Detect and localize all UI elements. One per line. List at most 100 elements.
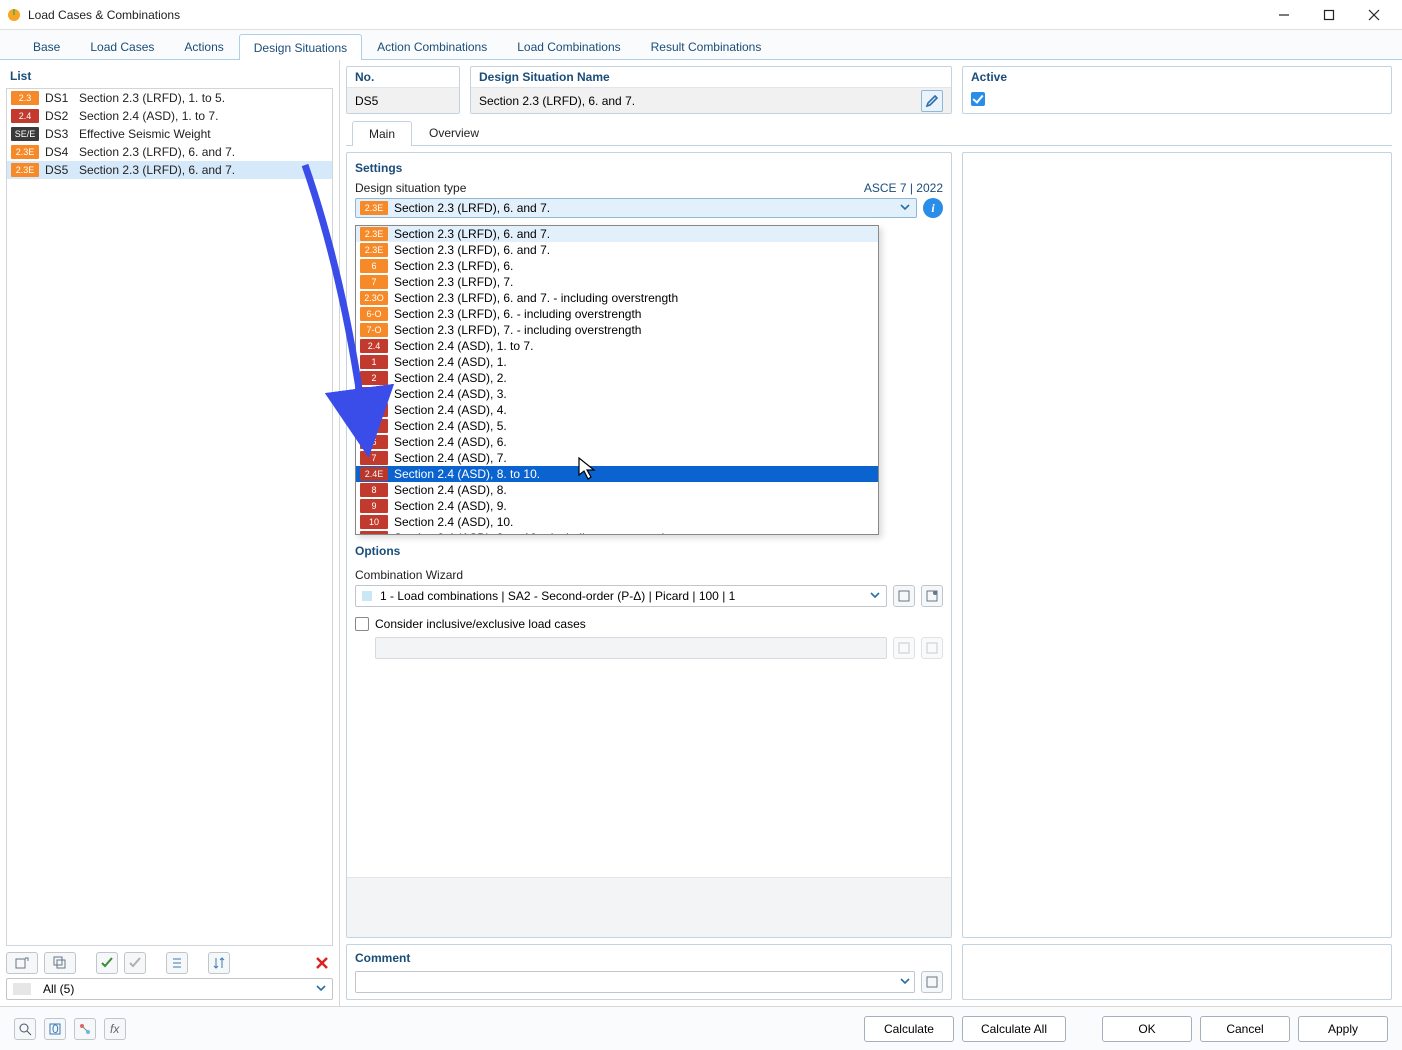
dropdown-item[interactable]: 2.3ESection 2.3 (LRFD), 6. and 7. (356, 226, 878, 242)
list-item[interactable]: 2.3E DS5 Section 2.3 (LRFD), 6. and 7. (7, 161, 332, 179)
chevron-down-icon (900, 975, 910, 989)
calculate-button[interactable]: Calculate (864, 1016, 954, 1042)
tab-action-combinations[interactable]: Action Combinations (362, 33, 502, 59)
window-title: Load Cases & Combinations (28, 8, 1261, 22)
list-item[interactable]: 2.3EDS4Section 2.3 (LRFD), 6. and 7. (7, 143, 332, 161)
dropdown-label: Section 2.3 (LRFD), 6. and 7. - includin… (394, 291, 678, 305)
close-button[interactable] (1351, 1, 1396, 29)
badge: 2.4 (360, 339, 388, 353)
badge: 2.3E (11, 145, 39, 159)
delete-button[interactable] (311, 952, 333, 974)
dropdown-item[interactable]: 2.3ESection 2.3 (LRFD), 6. and 7. (356, 242, 878, 258)
cancel-button[interactable]: Cancel (1200, 1016, 1290, 1042)
dropdown-item[interactable]: 7Section 2.3 (LRFD), 7. (356, 274, 878, 290)
badge: 2.3O (360, 291, 388, 305)
list-item[interactable]: SE/EDS3Effective Seismic Weight (7, 125, 332, 143)
dropdown-item[interactable]: 6 Section 2.3 (LRFD), 6. (356, 258, 878, 274)
dropdown-item[interactable]: 7-OSection 2.3 (LRFD), 7. - including ov… (356, 322, 878, 338)
calculate-all-button[interactable]: Calculate All (962, 1016, 1066, 1042)
active-checkbox[interactable] (971, 92, 985, 106)
dropdown-item[interactable]: 2.4Section 2.4 (ASD), 1. to 7. (356, 338, 878, 354)
rename-button[interactable] (921, 90, 943, 112)
filter-swatch (13, 983, 31, 995)
active-label: Active (963, 67, 1391, 87)
tab-actions[interactable]: Actions (169, 33, 238, 59)
wizard-label: Combination Wizard (355, 568, 943, 582)
consider-checkbox[interactable] (355, 617, 369, 631)
tab-base[interactable]: Base (18, 33, 75, 59)
filter-select[interactable]: All (5) (6, 978, 333, 1000)
ds-no: DS5 (45, 163, 73, 177)
maximize-button[interactable] (1306, 1, 1351, 29)
ok-button[interactable]: OK (1102, 1016, 1192, 1042)
dropdown-label: Section 2.4 (ASD), 3. (394, 387, 507, 401)
badge: 6-O (360, 307, 388, 321)
renumber-button[interactable] (166, 952, 188, 974)
badge: 2.4E (360, 467, 388, 481)
dropdown-item[interactable]: 5 Section 2.4 (ASD), 5. (356, 418, 878, 434)
badge: 5 (360, 419, 388, 433)
sub-tabs: MainOverview (346, 120, 1392, 146)
uncheck-button[interactable] (124, 952, 146, 974)
tab-load-cases[interactable]: Load Cases (75, 33, 169, 59)
badge: 8 (360, 483, 388, 497)
dropdown-item[interactable]: 2.3O Section 2.3 (LRFD), 6. and 7. - incl… (356, 290, 878, 306)
dropdown-item[interactable]: 3 Section 2.4 (ASD), 3. (356, 386, 878, 402)
preview-area (347, 877, 951, 937)
subtab-overview[interactable]: Overview (412, 120, 496, 145)
dropdown-item[interactable]: 2.4OSection 2.4 (ASD), 8. to 10. - inclu… (356, 530, 878, 535)
subtab-main[interactable]: Main (352, 121, 412, 146)
consider-edit-button (921, 637, 943, 659)
dropdown-item[interactable]: 10Section 2.4 (ASD), 10. (356, 514, 878, 530)
search-button[interactable] (14, 1018, 36, 1040)
tab-result-combinations[interactable]: Result Combinations (636, 33, 777, 59)
dropdown-item[interactable]: 1Section 2.4 (ASD), 1. (356, 354, 878, 370)
list-item[interactable]: 2.4DS2Section 2.4 (ASD), 1. to 7. (7, 107, 332, 125)
dropdown-item[interactable]: 8Section 2.4 (ASD), 8. (356, 482, 878, 498)
name-input[interactable] (479, 94, 915, 108)
dropdown-item[interactable]: 4Section 2.4 (ASD), 4. (356, 402, 878, 418)
comment-input[interactable] (355, 971, 915, 993)
badge: 3 (360, 387, 388, 401)
tab-design-situations[interactable]: Design Situations (239, 34, 362, 60)
check-button[interactable] (96, 952, 118, 974)
wizard-new-button[interactable] (893, 585, 915, 607)
units-button[interactable]: 0 (44, 1018, 66, 1040)
sort-button[interactable] (208, 952, 230, 974)
dropdown-item[interactable]: 2Section 2.4 (ASD), 2. (356, 370, 878, 386)
apply-button[interactable]: Apply (1298, 1016, 1388, 1042)
minimize-button[interactable] (1261, 1, 1306, 29)
dropdown-item[interactable]: 6-OSection 2.3 (LRFD), 6. - including ov… (356, 306, 878, 322)
badge: 2.3E (11, 163, 39, 177)
dropdown-item[interactable]: 2.4ESection 2.4 (ASD), 8. to 10. (356, 466, 878, 482)
filter-label: All (5) (43, 982, 74, 996)
function-button[interactable]: fx (104, 1018, 126, 1040)
ds-name: Section 2.3 (LRFD), 6. and 7. (79, 163, 235, 177)
dropdown-label: Section 2.4 (ASD), 9. (394, 499, 507, 513)
wizard-edit-button[interactable] (921, 585, 943, 607)
no-input[interactable] (355, 94, 451, 108)
info-panel (962, 152, 1392, 938)
dropdown-label: Section 2.3 (LRFD), 6. (394, 259, 513, 273)
dropdown-item[interactable]: 6Section 2.4 (ASD), 6. (356, 434, 878, 450)
copy-button[interactable] (44, 952, 76, 974)
type-select[interactable]: 2.3E Section 2.3 (LRFD), 6. and 7. (355, 198, 917, 218)
badge: 6 (360, 259, 388, 273)
new-button[interactable] (6, 952, 38, 974)
dropdown-label: Section 2.4 (ASD), 5. (394, 419, 507, 433)
chevron-down-icon (316, 982, 326, 996)
dropdown-item[interactable]: 9Section 2.4 (ASD), 9. (356, 498, 878, 514)
info-icon[interactable]: i (923, 198, 943, 218)
list-toolbar (6, 946, 333, 978)
wizard-select[interactable]: 1 - Load combinations | SA2 - Second-ord… (355, 585, 887, 607)
dropdown-item[interactable]: 7Section 2.4 (ASD), 7. (356, 450, 878, 466)
badge: 1 (360, 355, 388, 369)
tree-button[interactable] (74, 1018, 96, 1040)
situation-list[interactable]: 2.3DS1Section 2.3 (LRFD), 1. to 5.2.4DS2… (6, 88, 333, 946)
badge: 2.3 (11, 91, 39, 105)
comment-title: Comment (355, 951, 943, 965)
list-item[interactable]: 2.3DS1Section 2.3 (LRFD), 1. to 5. (7, 89, 332, 107)
comment-edit-button[interactable] (921, 971, 943, 993)
type-dropdown[interactable]: 2.3ESection 2.3 (LRFD), 6. and 7.2.3ESec… (355, 225, 879, 535)
tab-load-combinations[interactable]: Load Combinations (502, 33, 635, 59)
